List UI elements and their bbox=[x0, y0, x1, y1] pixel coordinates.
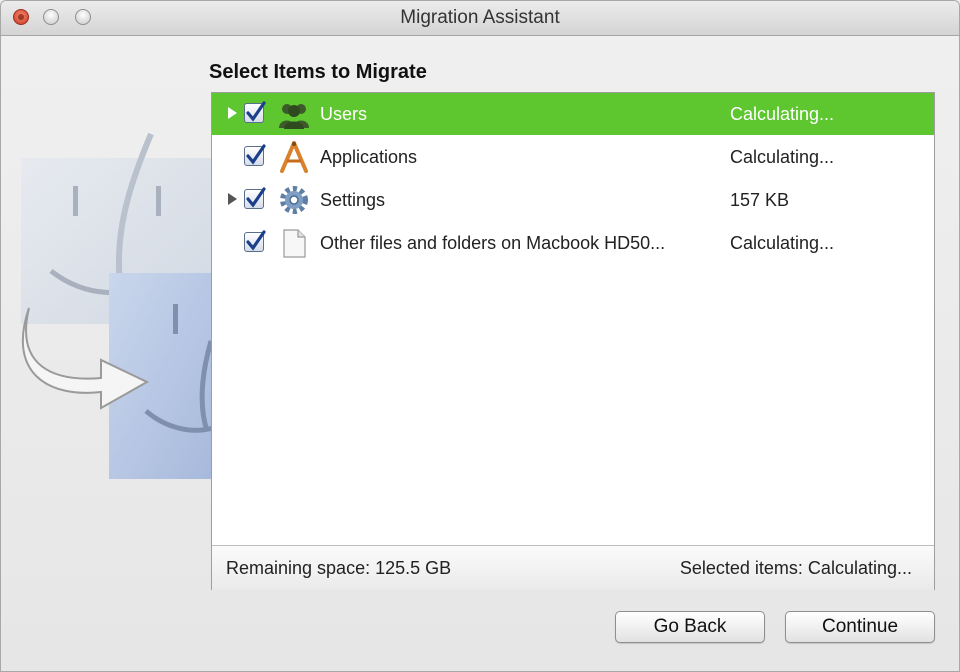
migration-items-panel: Users Calculating... Applications Calcul… bbox=[211, 92, 935, 590]
migration-finder-illustration bbox=[21, 132, 214, 479]
selected-items-label: Selected items: Calculating... bbox=[679, 558, 912, 578]
items-list: Users Calculating... Applications Calcul… bbox=[212, 93, 934, 545]
go-back-button[interactable]: Go Back bbox=[615, 611, 765, 643]
item-label: Settings bbox=[320, 190, 386, 210]
item-label: Other files and folders on Macbook HD50.… bbox=[320, 233, 666, 253]
list-item-settings[interactable]: Settings 157 KB bbox=[212, 179, 934, 221]
list-item-other-files[interactable]: Other files and folders on Macbook HD50.… bbox=[212, 222, 934, 264]
other-files-checkbox[interactable] bbox=[244, 230, 266, 252]
item-size: Calculating... bbox=[730, 147, 835, 167]
item-size: 157 KB bbox=[730, 190, 790, 210]
continue-button[interactable]: Continue bbox=[785, 611, 935, 643]
remaining-space-label: Remaining space: 125.5 GB bbox=[226, 558, 452, 578]
page-title: Select Items to Migrate bbox=[209, 61, 427, 83]
list-item-applications[interactable]: Applications Calculating... bbox=[212, 136, 934, 178]
disclosure-triangle-icon[interactable] bbox=[228, 107, 237, 119]
users-checkbox[interactable] bbox=[244, 101, 266, 123]
disclosure-triangle-icon[interactable] bbox=[228, 193, 237, 205]
item-label: Applications bbox=[320, 147, 418, 167]
migration-assistant-window: Migration Assistant Select Items to Migr… bbox=[0, 0, 960, 672]
users-icon bbox=[279, 104, 309, 129]
list-item-users[interactable]: Users Calculating... bbox=[212, 93, 934, 135]
gear-icon bbox=[280, 186, 308, 214]
document-icon bbox=[283, 229, 306, 258]
applications-checkbox[interactable] bbox=[244, 144, 266, 166]
item-size: Calculating... bbox=[730, 104, 835, 124]
settings-checkbox[interactable] bbox=[244, 187, 266, 209]
panel-footer: Remaining space: 125.5 GB Selected items… bbox=[212, 545, 934, 590]
applications-icon bbox=[280, 141, 308, 173]
item-size: Calculating... bbox=[730, 233, 835, 253]
title-bar: Migration Assistant bbox=[1, 1, 959, 36]
window-title: Migration Assistant bbox=[400, 7, 560, 28]
item-label: Users bbox=[320, 104, 368, 124]
